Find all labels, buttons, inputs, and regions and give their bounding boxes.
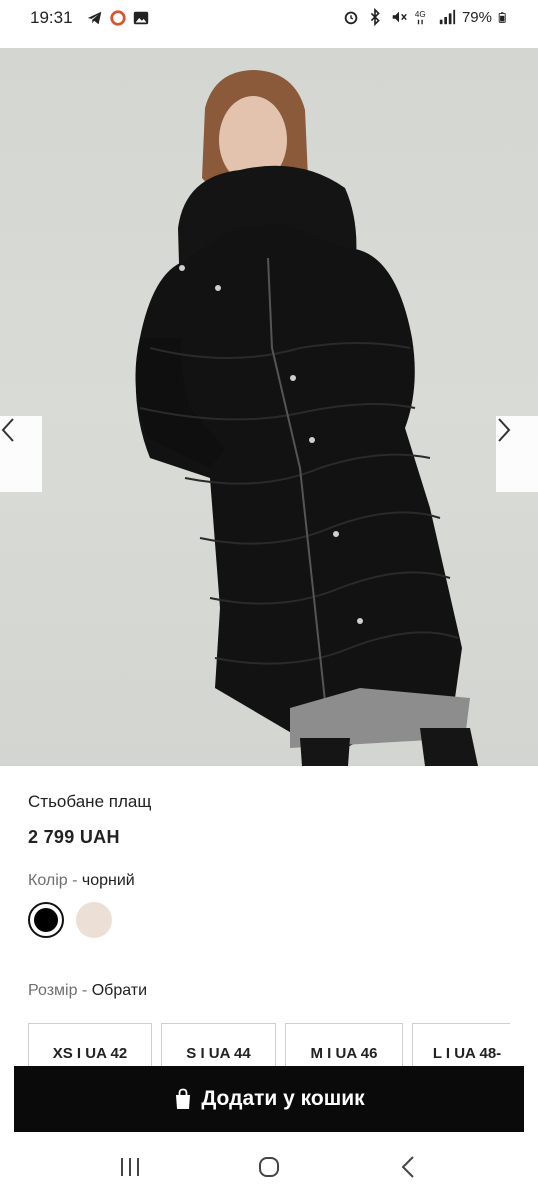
- battery-percent: 79%: [461, 8, 492, 26]
- color-swatches: [28, 902, 112, 938]
- size-value: Обрати: [91, 982, 148, 999]
- chevron-left-icon: [1, 418, 14, 442]
- alarm-icon: [344, 11, 358, 25]
- add-to-cart-label: Додати у кошик: [201, 1087, 365, 1110]
- home-button[interactable]: [249, 1147, 289, 1187]
- record-icon: [110, 10, 126, 26]
- swatch-black-fill: [34, 908, 58, 932]
- product-title: Стьобане плащ: [28, 792, 152, 811]
- gallery-icon: [133, 11, 149, 25]
- color-separator: -: [67, 872, 82, 889]
- svg-text:4G: 4G: [415, 10, 426, 19]
- home-icon: [258, 1157, 279, 1177]
- color-label: Колір: [28, 872, 68, 889]
- signal-icon: [439, 9, 456, 25]
- telegram-icon: [87, 11, 102, 25]
- status-time: 19:31: [30, 8, 73, 27]
- color-value: чорний: [81, 872, 135, 889]
- product-image[interactable]: [0, 48, 538, 766]
- status-right-icons: 4G 79%: [342, 8, 510, 26]
- color-row: Колір - чорний: [28, 872, 135, 890]
- coat-illustration: [135, 70, 478, 766]
- chevron-right-icon: [498, 418, 511, 442]
- 4g-icon: 4G: [415, 10, 426, 25]
- battery-icon: [498, 12, 506, 23]
- back-icon: [401, 1156, 415, 1178]
- swatch-beige[interactable]: [76, 902, 112, 938]
- status-bar: 19:31 4G 79%: [0, 0, 538, 40]
- mute-icon: [392, 11, 407, 23]
- product-price: 2 799 UAH: [28, 827, 120, 847]
- size-label: Розмір: [28, 982, 78, 999]
- recent-apps-button[interactable]: [110, 1147, 150, 1187]
- carousel-next-button[interactable]: [496, 416, 538, 492]
- bluetooth-icon: [370, 8, 380, 26]
- size-separator: -: [77, 982, 92, 999]
- recent-apps-icon: [120, 1158, 139, 1176]
- size-row: Розмір - Обрати: [28, 982, 147, 1000]
- swatch-black[interactable]: [28, 902, 64, 938]
- back-button[interactable]: [388, 1147, 428, 1187]
- system-nav-bar: [0, 1134, 538, 1200]
- shopping-bag-icon: [176, 1088, 191, 1109]
- carousel-prev-button[interactable]: [0, 416, 42, 492]
- status-left-icons: [86, 9, 150, 27]
- add-to-cart-button[interactable]: Додати у кошик: [14, 1066, 524, 1132]
